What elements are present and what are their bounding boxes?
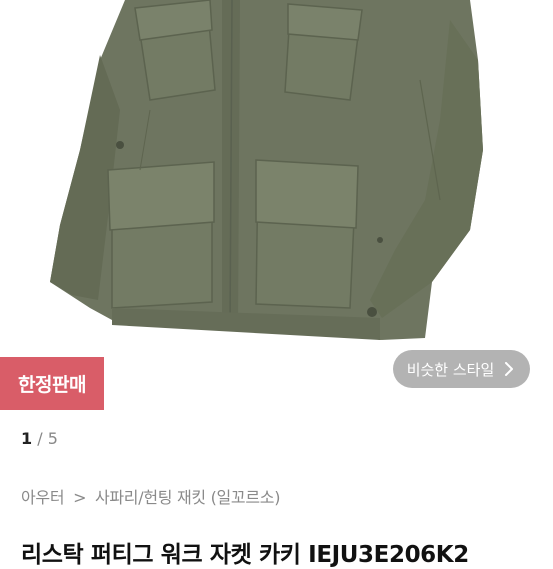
chevron-right-icon — [505, 362, 514, 376]
breadcrumb-item-safari-hunting-jacket[interactable]: 사파리/헌팅 재킷 (일꼬르소) — [95, 488, 280, 507]
image-counter-current: 1 — [21, 429, 33, 448]
product-title: 리스탁 퍼티그 워크 자켓 카키 IEJU3E206K2 — [21, 542, 469, 568]
image-counter: 1 / 5 — [21, 429, 58, 448]
breadcrumb-separator: > — [73, 488, 87, 507]
breadcrumb: 아우터 > 사파리/헌팅 재킷 (일꼬르소) — [21, 484, 280, 508]
image-counter-separator: / — [37, 429, 43, 448]
similar-style-label: 비슷한 스타일 — [406, 360, 495, 379]
similar-style-button[interactable]: 비슷한 스타일 — [393, 350, 530, 388]
limited-sale-badge: 한정판매 — [0, 357, 104, 410]
image-counter-total: 5 — [47, 429, 58, 448]
jacket-photo — [50, 0, 483, 340]
product-image[interactable] — [0, 0, 553, 408]
breadcrumb-item-outer[interactable]: 아우터 — [21, 488, 65, 507]
